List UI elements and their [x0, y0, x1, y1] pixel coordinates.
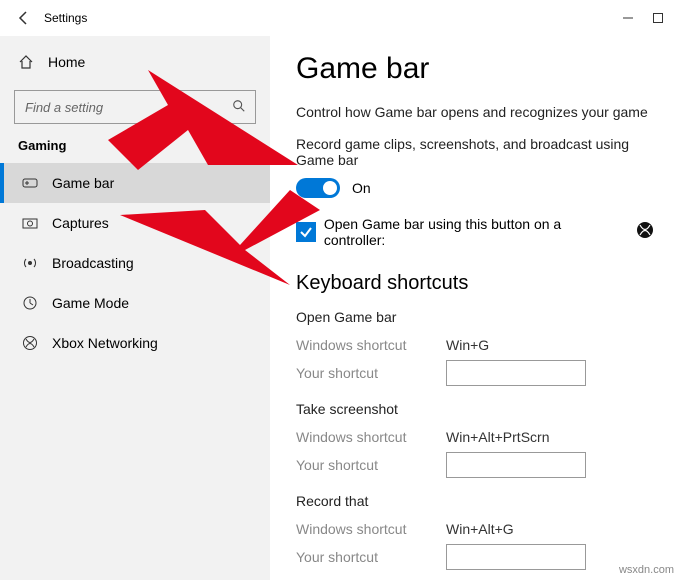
- win-shortcut-label: Windows shortcut: [296, 337, 446, 353]
- game-bar-icon: [22, 175, 38, 191]
- sidebar-item-label: Xbox Networking: [52, 335, 158, 351]
- shortcut-title: Record that: [296, 493, 654, 509]
- search-wrap: [14, 90, 256, 124]
- sidebar-item-label: Game Mode: [52, 295, 129, 311]
- sidebar: Home Gaming Game bar Captures Broadcasti…: [0, 36, 270, 580]
- your-shortcut-input[interactable]: [446, 360, 586, 386]
- win-shortcut-label: Windows shortcut: [296, 429, 446, 445]
- your-shortcut-label: Your shortcut: [296, 549, 446, 565]
- sidebar-item-captures[interactable]: Captures: [0, 203, 270, 243]
- search-icon: [232, 99, 246, 118]
- title-bar: Settings: [0, 0, 680, 36]
- your-shortcut-input[interactable]: [446, 544, 586, 570]
- check-icon: [299, 225, 313, 239]
- window-title: Settings: [44, 11, 87, 25]
- win-shortcut-label: Windows shortcut: [296, 521, 446, 537]
- controller-checkbox-label: Open Game bar using this button on a con…: [324, 216, 624, 248]
- sidebar-item-xbox-networking[interactable]: Xbox Networking: [0, 323, 270, 363]
- xbox-icon: [22, 335, 38, 351]
- window-buttons: [622, 12, 672, 24]
- shortcut-group: Take screenshot Windows shortcutWin+Alt+…: [296, 401, 654, 479]
- toggle-row: On: [296, 178, 654, 198]
- watermark: wsxdn.com: [619, 564, 674, 576]
- broadcasting-icon: [22, 255, 38, 271]
- maximize-icon: [653, 13, 663, 23]
- page-description: Control how Game bar opens and recognize…: [296, 104, 654, 120]
- maximize-button[interactable]: [652, 12, 664, 24]
- controller-checkbox[interactable]: [296, 222, 316, 242]
- main-content: Game bar Control how Game bar opens and …: [270, 36, 680, 580]
- sidebar-home-label: Home: [48, 54, 85, 70]
- sidebar-item-broadcasting[interactable]: Broadcasting: [0, 243, 270, 283]
- sidebar-item-game-mode[interactable]: Game Mode: [0, 283, 270, 323]
- sidebar-item-label: Captures: [52, 215, 109, 231]
- win-shortcut-value: Win+Alt+G: [446, 521, 514, 537]
- shortcut-title: Open Game bar: [296, 309, 654, 325]
- win-shortcut-value: Win+G: [446, 337, 489, 353]
- shortcut-group: Record that Windows shortcutWin+Alt+G Yo…: [296, 493, 654, 571]
- arrow-left-icon: [16, 10, 32, 26]
- sidebar-item-label: Game bar: [52, 175, 114, 191]
- page-title: Game bar: [296, 52, 654, 86]
- your-shortcut-label: Your shortcut: [296, 365, 446, 381]
- back-button[interactable]: [8, 2, 40, 34]
- shortcut-group: Open Game bar Windows shortcutWin+G Your…: [296, 309, 654, 387]
- xbox-logo-icon: [636, 221, 654, 244]
- shortcut-title: Take screenshot: [296, 401, 654, 417]
- sidebar-home[interactable]: Home: [0, 42, 270, 82]
- controller-checkbox-row: Open Game bar using this button on a con…: [296, 216, 654, 248]
- record-toggle[interactable]: [296, 178, 340, 198]
- search-input[interactable]: [14, 90, 256, 124]
- toggle-state-label: On: [352, 180, 371, 196]
- win-shortcut-value: Win+Alt+PrtScrn: [446, 429, 549, 445]
- your-shortcut-input[interactable]: [446, 452, 586, 478]
- minimize-icon: [623, 13, 633, 23]
- your-shortcut-label: Your shortcut: [296, 457, 446, 473]
- minimize-button[interactable]: [622, 12, 634, 24]
- captures-icon: [22, 215, 38, 231]
- home-icon: [18, 54, 34, 70]
- sidebar-item-game-bar[interactable]: Game bar: [0, 163, 270, 203]
- record-label: Record game clips, screenshots, and broa…: [296, 136, 654, 168]
- game-mode-icon: [22, 295, 38, 311]
- sidebar-section: Gaming: [0, 138, 270, 163]
- sidebar-item-label: Broadcasting: [52, 255, 134, 271]
- shortcuts-heading: Keyboard shortcuts: [296, 272, 654, 295]
